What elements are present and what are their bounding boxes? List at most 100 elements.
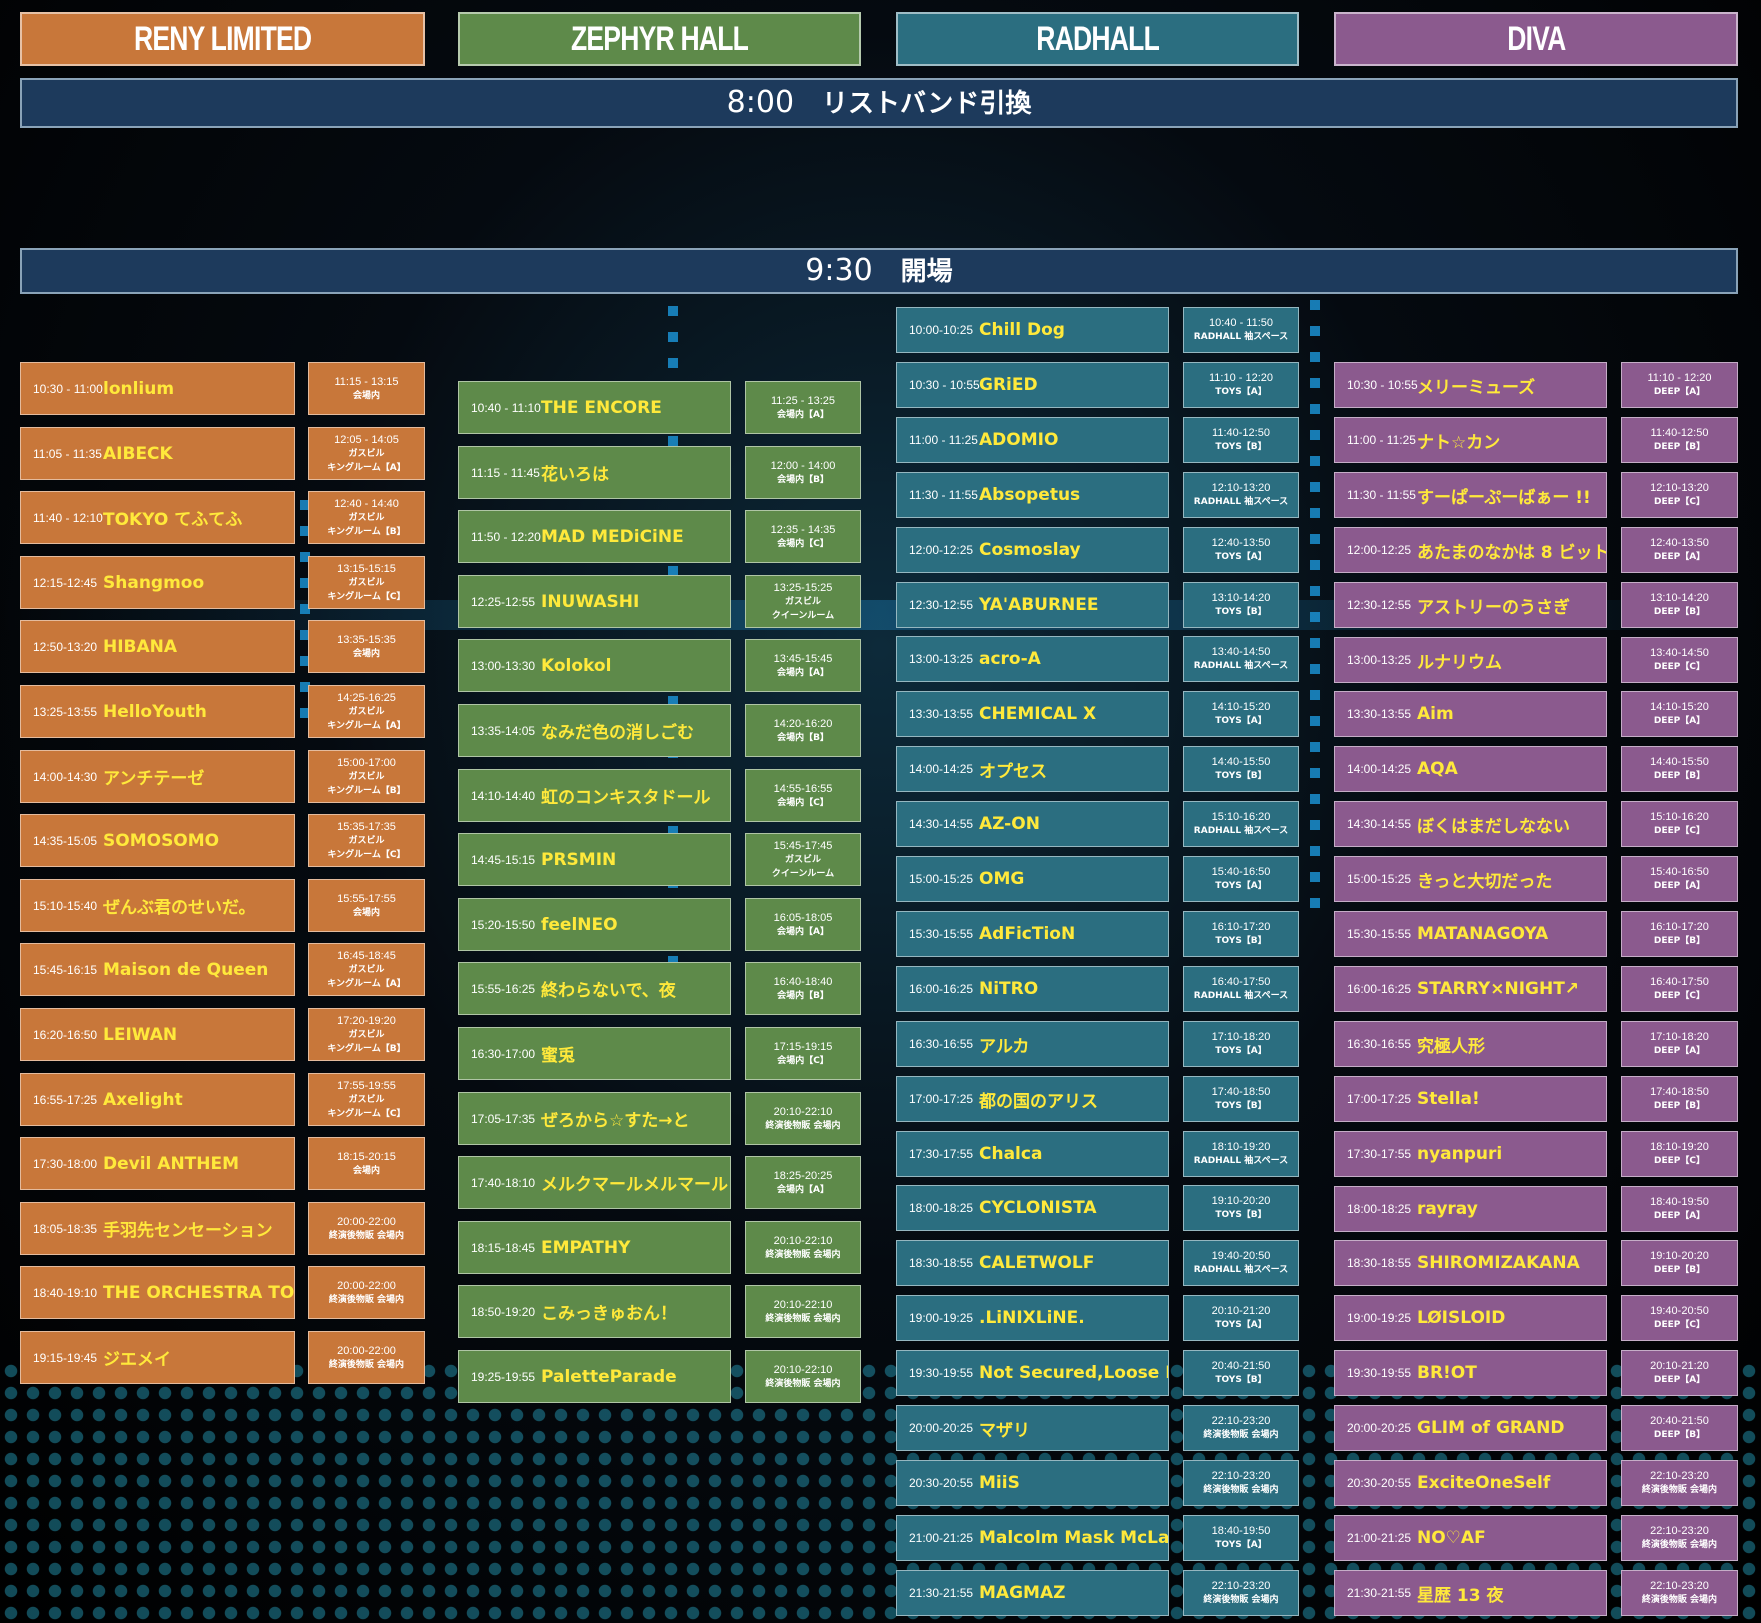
slot-time: 16:55-17:25 xyxy=(33,1092,98,1107)
performance-slot: 16:00-16:25 NiTRO xyxy=(896,966,1169,1012)
signing-slot: 12:00 - 14:00 会場内【B】 xyxy=(745,446,861,499)
signing-location: ガスビル xyxy=(348,448,385,459)
signing-location: 会場内 xyxy=(352,1165,380,1176)
slot-time: 15:20-15:50 xyxy=(471,917,536,932)
performance-slot: 21:30-21:55 MAGMAZ xyxy=(896,1570,1169,1616)
signing-slot: 18:10-19:20 DEEP【C】 xyxy=(1621,1131,1738,1177)
signing-slot: 15:55-17:55 会場内 xyxy=(308,879,425,932)
slot-artist: THE ORCHESTRA TOKYO xyxy=(103,1282,295,1303)
performance-slot: 18:30-18:55 SHIROMIZAKANA xyxy=(1334,1240,1607,1286)
performance-slot: 13:35-14:05 なみだ色の消しごむ xyxy=(458,704,731,757)
slot-time: 12:25-12:55 xyxy=(471,594,536,609)
signing-slot: 22:10-23:20 終演後物販 会場内 xyxy=(1621,1515,1738,1561)
performance-slot: 12:30-12:55 YA'ABURNEE xyxy=(896,582,1169,628)
slot-time: 13:35-14:05 xyxy=(471,723,536,738)
performance-slot: 15:10-15:40 ぜんぶ君のせいだ。 xyxy=(20,879,295,932)
signing-time: 16:40-17:50 xyxy=(1650,976,1709,988)
signing-location: キングルーム【A】 xyxy=(327,462,406,473)
performance-slot: 14:00-14:30 アンチテーゼ xyxy=(20,750,295,803)
slot-artist: メルクマールメルマール xyxy=(541,1175,728,1195)
performance-slot: 11:40 - 12:10 TOKYO てふてふ xyxy=(20,491,295,544)
slot-artist: Shangmoo xyxy=(103,572,205,593)
signing-location: DEEP【B】 xyxy=(1653,1101,1706,1111)
signing-slot: 16:10-17:20 DEEP【B】 xyxy=(1621,911,1738,957)
performance-slot: 13:25-13:55 HelloYouth xyxy=(20,685,295,738)
signing-slot: 20:10-21:20 TOYS【A】 xyxy=(1183,1295,1299,1341)
signing-time: 20:10-22:10 xyxy=(773,1234,833,1247)
signing-time: 15:10-16:20 xyxy=(1650,811,1709,823)
signing-slot: 17:10-18:20 DEEP【A】 xyxy=(1621,1021,1738,1067)
signing-location: DEEP【C】 xyxy=(1654,1156,1705,1166)
signing-time: 14:10-15:20 xyxy=(1650,701,1709,713)
slot-artist: ジエメイ xyxy=(103,1350,171,1370)
open-label: 開場 xyxy=(900,257,953,287)
slot-artist: Devil ANTHEM xyxy=(103,1153,240,1174)
slot-artist: Axelight xyxy=(103,1089,183,1110)
signing-slot: 17:40-18:50 DEEP【B】 xyxy=(1621,1076,1738,1122)
signing-time: 16:40-18:40 xyxy=(773,975,833,988)
signing-slot: 14:40-15:50 TOYS【B】 xyxy=(1183,746,1299,792)
signing-location: キングルーム【C】 xyxy=(327,1108,406,1119)
performance-slot: 15:45-16:15 Maison de Queen xyxy=(20,943,295,996)
slot-time: 17:00-17:25 xyxy=(1347,1092,1412,1106)
signing-location: TOYS【A】 xyxy=(1215,1046,1267,1056)
signing-slot: 20:40-21:50 DEEP【B】 xyxy=(1621,1405,1738,1451)
slot-artist: ルナリウム xyxy=(1417,652,1502,673)
slot-artist: PaletteParade xyxy=(541,1366,677,1387)
slot-artist: LØISLOID xyxy=(1417,1308,1506,1328)
slot-artist: feelNEO xyxy=(541,914,618,935)
slot-time: 15:10-15:40 xyxy=(33,898,98,913)
signing-slot: 13:45-15:45 会場内【A】 xyxy=(745,639,861,692)
performance-slot: 13:30-13:55 CHEMICAL X xyxy=(896,691,1169,737)
slot-artist: Chalca xyxy=(979,1144,1043,1164)
signing-slot: 17:10-18:20 TOYS【A】 xyxy=(1183,1021,1299,1067)
slot-time: 16:30-16:55 xyxy=(1347,1037,1412,1051)
signing-location: 終演後物販 会場内 xyxy=(328,1230,405,1241)
slot-time: 19:25-19:55 xyxy=(471,1369,536,1384)
signing-time: 22:10-23:20 xyxy=(1650,1470,1709,1482)
performance-slot: 17:30-17:55 nyanpuri xyxy=(1334,1131,1607,1177)
signing-location: ガスビル xyxy=(784,596,821,607)
slot-time: 15:00-15:25 xyxy=(909,872,974,886)
signing-location: ガスビル xyxy=(784,854,821,865)
slot-artist: AIBECK xyxy=(103,443,173,464)
slot-artist: Absopetus xyxy=(979,485,1081,505)
signing-location: DEEP【B】 xyxy=(1653,1265,1706,1275)
performance-slot: 20:30-20:55 MiiS xyxy=(896,1460,1169,1506)
performance-slot: 12:15-12:45 Shangmoo xyxy=(20,556,295,609)
signing-location: RADHALL 袖スペース xyxy=(1193,1156,1289,1166)
slot-time: 11:15 - 11:45 xyxy=(471,465,540,480)
performance-slot: 19:30-19:55 Not Secured,Loose Ends xyxy=(896,1350,1169,1396)
slot-time: 18:30-18:55 xyxy=(909,1256,974,1270)
slot-artist: Stella! xyxy=(1417,1089,1480,1109)
performance-slot: 11:05 - 11:35 AIBECK xyxy=(20,427,295,480)
signing-location: キングルーム【B】 xyxy=(327,785,406,796)
slot-artist: MATANAGOYA xyxy=(1417,924,1549,944)
performance-slot: 14:10-14:40 虹のコンキスタドール xyxy=(458,769,731,822)
slot-time: 21:00-21:25 xyxy=(909,1531,974,1545)
performance-slot: 12:25-12:55 INUWASHI xyxy=(458,575,731,628)
signing-time: 12:40-13:50 xyxy=(1211,537,1271,549)
performance-slot: 10:30 - 10:55 GRiED xyxy=(896,362,1169,408)
open-time: 9:30 xyxy=(805,253,873,288)
signing-slot: 18:40-19:50 TOYS【A】 xyxy=(1183,1515,1299,1561)
signing-time: 17:10-18:20 xyxy=(1211,1031,1271,1043)
slot-artist: 虹のコンキスタドール xyxy=(541,788,711,808)
slot-artist: SOMOSOMO xyxy=(103,830,220,851)
signing-time: 14:25-16:25 xyxy=(337,691,396,704)
signing-slot: 15:45-17:45 ガスビル クイーンルーム xyxy=(745,833,861,886)
signing-location: 会場内【A】 xyxy=(777,409,829,420)
slot-artist: マザリ xyxy=(979,1420,1030,1441)
signing-location: 終演後物販 会場内 xyxy=(1203,1430,1279,1440)
performance-slot: 11:50 - 12:20 MAD MEDiCiNE xyxy=(458,510,731,563)
slot-artist: あたまのなかは 8 ビット !? xyxy=(1417,542,1607,563)
signing-time: 17:55-19:55 xyxy=(337,1079,396,1092)
slot-time: 17:00-17:25 xyxy=(909,1092,974,1106)
slot-artist: CHEMICAL X xyxy=(979,704,1097,724)
slot-time: 15:30-15:55 xyxy=(909,927,974,941)
signing-location: キングルーム【A】 xyxy=(327,978,406,989)
slot-artist: lonlium xyxy=(103,378,175,399)
slot-time: 11:50 - 12:20 xyxy=(471,529,541,544)
slot-time: 10:30 - 10:55 xyxy=(1347,378,1418,392)
signing-slot: 11:10 - 12:20 TOYS【A】 xyxy=(1183,362,1299,408)
